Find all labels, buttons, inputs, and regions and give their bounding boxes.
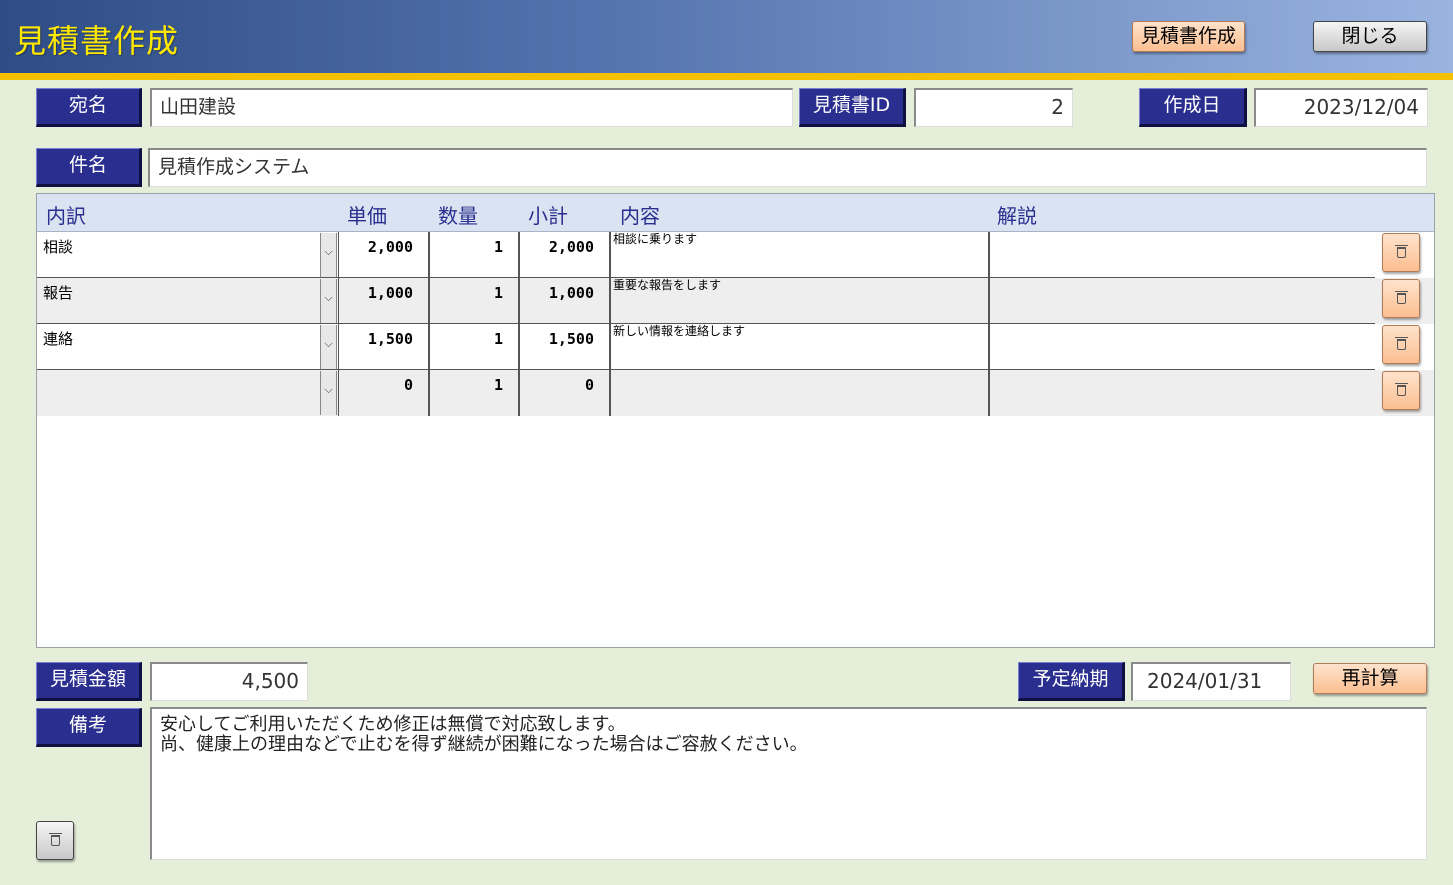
chevron-down-icon[interactable]: ⌵ xyxy=(320,279,337,323)
content-cell[interactable]: 相談に乗ります xyxy=(611,232,990,278)
subtotal-cell: 1,500 xyxy=(520,324,611,370)
remarks-textarea[interactable]: 安心してご利用いただくため修正は無償で対応致します。 尚、健康上の理由などで止む… xyxy=(150,707,1427,860)
unit-price-cell[interactable]: 1,500 xyxy=(338,324,430,370)
due-date-label: 予定納期 xyxy=(1018,662,1125,701)
quantity-cell[interactable]: 1 xyxy=(430,370,520,416)
trash-icon xyxy=(1395,245,1408,258)
table-row: 連絡 ⌵ 1,500 1 1,500 新しい情報を連絡します xyxy=(37,324,1434,370)
note-cell[interactable] xyxy=(990,324,1375,370)
content-cell[interactable] xyxy=(611,370,990,416)
column-header-item: 内訳 xyxy=(46,204,86,228)
total-amount-field: 4,500 xyxy=(150,662,308,701)
table-row: 相談 ⌵ 2,000 1 2,000 相談に乗ります xyxy=(37,232,1434,278)
content-cell[interactable]: 新しい情報を連絡します xyxy=(611,324,990,370)
subtotal-cell: 1,000 xyxy=(520,278,611,324)
unit-price-cell[interactable]: 0 xyxy=(338,370,430,416)
trash-icon xyxy=(1395,383,1408,396)
quantity-cell[interactable]: 1 xyxy=(430,324,520,370)
remarks-line: 尚、健康上の理由などで止むを得ず継続が困難になった場合はご容赦ください。 xyxy=(160,734,808,755)
subject-label: 件名 xyxy=(36,148,142,187)
delete-row-button[interactable] xyxy=(1382,233,1420,272)
remarks-label: 備考 xyxy=(36,708,142,747)
estimate-id-field[interactable]: 2 xyxy=(914,88,1073,127)
chevron-down-icon[interactable]: ⌵ xyxy=(320,325,337,369)
table-row: ⌵ 0 1 0 xyxy=(37,370,1434,416)
note-cell[interactable] xyxy=(990,278,1375,324)
item-select[interactable]: 連絡 xyxy=(37,324,338,370)
create-estimate-button[interactable]: 見積書作成 xyxy=(1132,21,1245,52)
note-cell[interactable] xyxy=(990,370,1375,416)
created-date-label: 作成日 xyxy=(1139,88,1247,127)
column-header-quantity: 数量 xyxy=(438,204,478,228)
delete-row-button[interactable] xyxy=(1382,279,1420,318)
note-cell[interactable] xyxy=(990,232,1375,278)
content-cell[interactable]: 重要な報告をします xyxy=(611,278,990,324)
page-title: 見積書作成 xyxy=(14,22,180,60)
trash-icon xyxy=(49,833,62,846)
line-items-table: 内訳 単価 数量 小計 内容 解説 相談 ⌵ 2,000 1 2,000 相談に… xyxy=(36,193,1435,648)
created-date-field[interactable]: 2023/12/04 xyxy=(1254,88,1428,127)
close-button[interactable]: 閉じる xyxy=(1313,21,1427,52)
column-header-unit-price: 単価 xyxy=(347,204,387,228)
item-select[interactable]: 報告 xyxy=(37,278,338,324)
subtotal-cell: 0 xyxy=(520,370,611,416)
estimate-id-label: 見積書ID xyxy=(799,88,906,127)
recipient-field[interactable]: 山田建設 xyxy=(150,88,793,127)
quantity-cell[interactable]: 1 xyxy=(430,278,520,324)
trash-icon xyxy=(1395,337,1408,350)
subtotal-cell: 2,000 xyxy=(520,232,611,278)
recalculate-button[interactable]: 再計算 xyxy=(1313,663,1427,694)
unit-price-cell[interactable]: 1,000 xyxy=(338,278,430,324)
column-header-content: 内容 xyxy=(620,204,660,228)
unit-price-cell[interactable]: 2,000 xyxy=(338,232,430,278)
delete-estimate-button[interactable] xyxy=(36,821,74,860)
table-header: 内訳 単価 数量 小計 内容 解説 xyxy=(37,194,1434,232)
due-date-field[interactable]: 2024/01/31 xyxy=(1131,662,1291,701)
subject-field[interactable]: 見積作成システム xyxy=(148,148,1427,187)
item-select[interactable]: 相談 xyxy=(37,232,338,278)
chevron-down-icon[interactable]: ⌵ xyxy=(320,233,337,277)
remarks-line: 安心してご利用いただくため修正は無償で対応致します。 xyxy=(160,714,626,735)
title-bar-accent xyxy=(0,73,1453,80)
column-header-note: 解説 xyxy=(997,204,1037,228)
total-amount-label: 見積金額 xyxy=(36,662,142,701)
trash-icon xyxy=(1395,291,1408,304)
column-header-subtotal: 小計 xyxy=(528,204,568,228)
delete-row-button[interactable] xyxy=(1382,371,1420,410)
item-select[interactable] xyxy=(37,370,338,416)
table-row: 報告 ⌵ 1,000 1 1,000 重要な報告をします xyxy=(37,278,1434,324)
chevron-down-icon[interactable]: ⌵ xyxy=(320,371,337,415)
recipient-label: 宛名 xyxy=(36,88,142,127)
delete-row-button[interactable] xyxy=(1382,325,1420,364)
quantity-cell[interactable]: 1 xyxy=(430,232,520,278)
